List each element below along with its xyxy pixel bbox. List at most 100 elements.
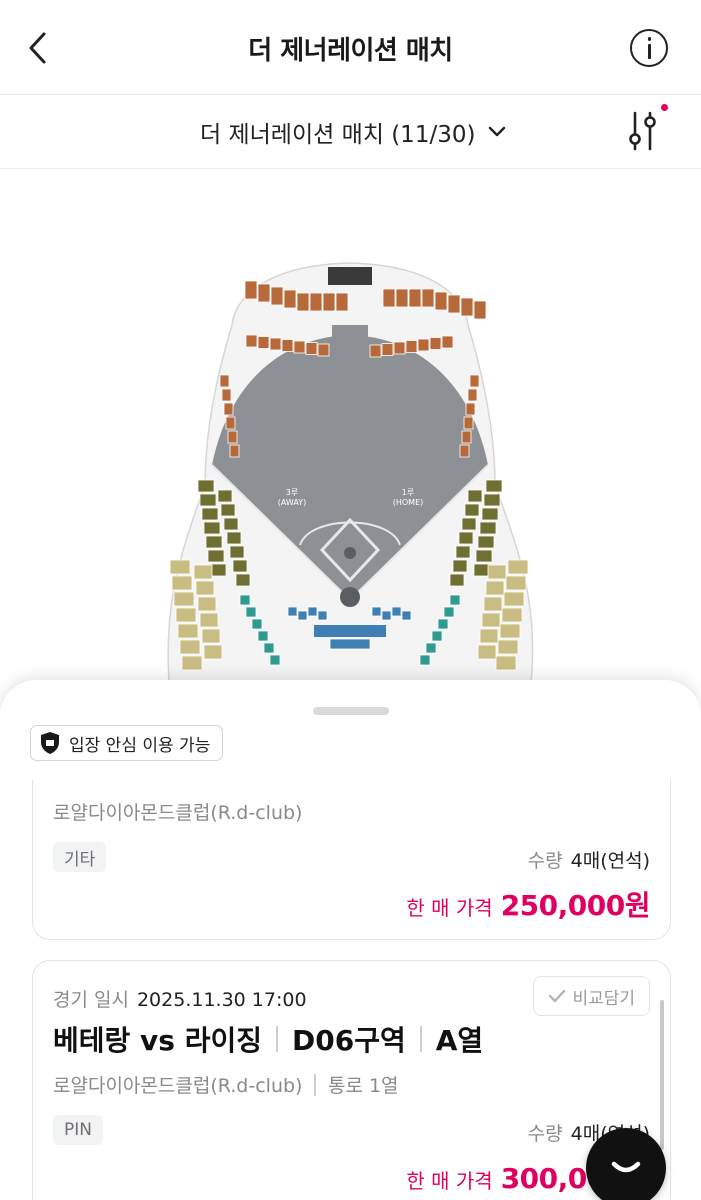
seat-section-mid[interactable] xyxy=(305,342,318,355)
seat-section-mid[interactable] xyxy=(317,343,330,357)
seat-section-corner[interactable] xyxy=(175,607,197,623)
seat-section-upper[interactable] xyxy=(460,297,474,317)
seat-section-upper[interactable] xyxy=(408,288,422,308)
seat-section-teal[interactable] xyxy=(419,654,431,666)
seat-section-upper[interactable] xyxy=(309,292,323,312)
seat-section-corner[interactable] xyxy=(173,591,195,607)
seat-section-field-level[interactable] xyxy=(461,430,472,444)
seat-section-teal[interactable] xyxy=(443,606,455,618)
seat-section-side[interactable] xyxy=(229,545,245,559)
seat-section-field-level[interactable] xyxy=(229,444,240,458)
seat-section-upper[interactable] xyxy=(335,292,349,312)
seat-section-corner[interactable] xyxy=(495,655,517,671)
stadium-map[interactable]: 3루 (AWAY) 1루 (HOME) xyxy=(150,255,550,696)
seat-section-infield[interactable] xyxy=(329,638,371,650)
seat-section-infield[interactable] xyxy=(307,606,318,617)
seat-section-side[interactable] xyxy=(485,479,503,493)
seat-map[interactable]: 3루 (AWAY) 1루 (HOME) xyxy=(150,255,550,696)
seat-section-corner[interactable] xyxy=(203,644,223,660)
seat-section-upper[interactable] xyxy=(322,292,336,312)
seat-section-corner[interactable] xyxy=(177,623,199,639)
seat-section-side[interactable] xyxy=(458,531,474,545)
compare-button[interactable]: 비교담기 xyxy=(533,976,650,1016)
seat-section-upper[interactable] xyxy=(421,288,435,308)
seat-section-side[interactable] xyxy=(203,521,221,535)
seat-section-mid[interactable] xyxy=(381,343,394,356)
chat-button[interactable] xyxy=(586,1128,666,1200)
seat-section-side[interactable] xyxy=(479,521,497,535)
sheet-drag-handle[interactable] xyxy=(313,707,389,715)
seat-section-infield[interactable] xyxy=(381,610,392,621)
seat-section-side[interactable] xyxy=(223,517,239,531)
seat-section-side[interactable] xyxy=(197,479,215,493)
seat-section-upper[interactable] xyxy=(434,291,448,311)
seat-section-side[interactable] xyxy=(220,503,236,517)
seat-section-mid[interactable] xyxy=(281,339,294,352)
seat-section-mid[interactable] xyxy=(405,340,418,353)
seat-section-side[interactable] xyxy=(461,517,477,531)
seat-section-corner[interactable] xyxy=(477,644,497,660)
seat-section-corner[interactable] xyxy=(483,596,503,612)
seat-section-teal[interactable] xyxy=(425,642,437,654)
seat-section-upper[interactable] xyxy=(296,292,310,312)
seat-section-infield[interactable] xyxy=(371,606,382,617)
seat-section-upper[interactable] xyxy=(395,288,409,308)
seat-section-corner[interactable] xyxy=(181,655,203,671)
seat-section-mid[interactable] xyxy=(393,341,406,355)
seat-section-side[interactable] xyxy=(477,535,495,549)
seat-section-corner[interactable] xyxy=(485,580,505,596)
seat-section-field-level[interactable] xyxy=(221,388,232,402)
seat-section-side[interactable] xyxy=(207,549,225,563)
seat-section-upper[interactable] xyxy=(382,288,396,308)
seat-section-teal[interactable] xyxy=(245,606,257,618)
seat-section-side[interactable] xyxy=(235,573,251,587)
seat-section-corner[interactable] xyxy=(497,639,519,655)
seat-section-mid[interactable] xyxy=(293,340,306,354)
seat-section-corner[interactable] xyxy=(499,623,521,639)
seat-section-mid[interactable] xyxy=(441,335,454,349)
seat-section-teal[interactable] xyxy=(263,642,275,654)
seat-section-side[interactable] xyxy=(452,559,468,573)
ticket-card[interactable]: 경기 일시 2025.11.30 17:00 비교담기 베테랑 vs 라이징 D0… xyxy=(32,960,671,1200)
seat-section-teal[interactable] xyxy=(449,594,461,606)
seat-section-side[interactable] xyxy=(217,489,233,503)
seat-section-corner[interactable] xyxy=(503,591,525,607)
seat-section-field-level[interactable] xyxy=(469,374,480,388)
seat-section-corner[interactable] xyxy=(501,607,523,623)
seat-section-side[interactable] xyxy=(201,507,219,521)
seat-section-corner[interactable] xyxy=(505,575,527,591)
seat-section-mid[interactable] xyxy=(417,338,430,352)
seat-section-upper[interactable] xyxy=(270,286,284,306)
seat-section-corner[interactable] xyxy=(169,559,191,575)
seat-section-upper[interactable] xyxy=(257,283,271,303)
seat-section-teal[interactable] xyxy=(257,630,269,642)
seat-section-side[interactable] xyxy=(483,493,501,507)
seat-section-side[interactable] xyxy=(455,545,471,559)
seat-section-field-level[interactable] xyxy=(459,444,470,458)
seat-section-teal[interactable] xyxy=(437,618,449,630)
seat-section-corner[interactable] xyxy=(479,628,499,644)
seat-section-infield[interactable] xyxy=(391,606,402,617)
ticket-card[interactable]: 로얄다이아몬드클럽(R.d-club) 기타 수량 4매(연석) 한 매 가격 2… xyxy=(32,780,671,940)
seat-section-side[interactable] xyxy=(481,507,499,521)
seat-section-field-level[interactable] xyxy=(465,402,476,416)
seat-section-field-level[interactable] xyxy=(225,416,236,430)
seat-section-corner[interactable] xyxy=(507,559,529,575)
seat-section-teal[interactable] xyxy=(431,630,443,642)
filter-button[interactable] xyxy=(626,109,660,153)
seat-section-mid[interactable] xyxy=(269,337,282,351)
seat-section-upper[interactable] xyxy=(447,294,461,314)
seat-section-mid[interactable] xyxy=(369,344,382,358)
seat-section-mid[interactable] xyxy=(245,334,258,348)
seat-section-field-level[interactable] xyxy=(227,430,238,444)
match-dropdown[interactable]: 더 제너레이션 매치 (11/30) xyxy=(200,115,507,149)
seat-section-side[interactable] xyxy=(464,503,480,517)
seat-section-corner[interactable] xyxy=(193,564,213,580)
seat-section-side[interactable] xyxy=(467,489,483,503)
seat-section-corner[interactable] xyxy=(195,580,215,596)
seat-section-teal[interactable] xyxy=(269,654,281,666)
seat-section-corner[interactable] xyxy=(197,596,217,612)
seat-section-side[interactable] xyxy=(232,559,248,573)
seat-section-corner[interactable] xyxy=(171,575,193,591)
seat-section-corner[interactable] xyxy=(481,612,501,628)
